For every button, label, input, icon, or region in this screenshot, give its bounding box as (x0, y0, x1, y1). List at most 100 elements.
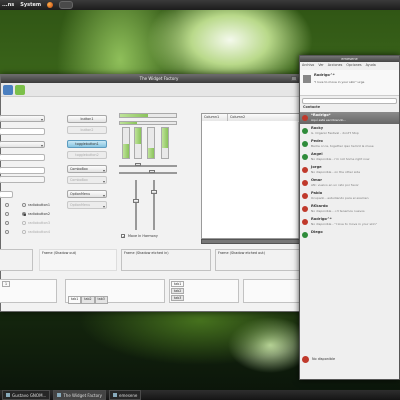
contact-row[interactable]: *Rodrigo* Aquí está escribiendo... (300, 112, 399, 124)
contact-row[interactable]: Pedro Badre on la, together ipso hemnt la… (300, 138, 399, 150)
contact-row[interactable]: Diego (300, 229, 399, 241)
status-icon[interactable] (302, 356, 309, 363)
progress-bar-horizontal (119, 113, 177, 118)
button1[interactable]: button1 (67, 115, 107, 123)
progress-bar-vertical-4 (161, 127, 169, 159)
column-header-2[interactable]: Column2 (228, 114, 304, 121)
radio-empty-3[interactable] (5, 221, 9, 225)
contact-row[interactable]: Jorge No disponible - on the other side (300, 164, 399, 176)
radio-label-3: radiobutton3 (28, 221, 50, 225)
toolbar-play-icon[interactable] (15, 85, 25, 95)
group-header[interactable]: Contacte (303, 105, 320, 109)
nickname[interactable]: Rodrigo^* (314, 73, 335, 77)
vscale-1[interactable] (135, 180, 137, 230)
tab-1[interactable]: tab1 (171, 281, 185, 287)
taskbar-label-1: Gustavo GNOM... (12, 392, 47, 398)
radio-button-1[interactable] (22, 203, 26, 207)
contact-status-icon (302, 154, 308, 160)
radio-empty-2[interactable] (5, 212, 9, 216)
text-entry-1[interactable] (0, 128, 45, 135)
hscale-2-knob[interactable] (149, 170, 155, 173)
spin-button[interactable] (0, 191, 13, 198)
hscale-2[interactable] (119, 172, 177, 174)
taskbar-item-2[interactable]: The Widget Factory (53, 390, 107, 400)
vscale-1-knob[interactable] (133, 199, 139, 203)
tab-1[interactable]: 1 (2, 281, 11, 287)
window-icon (57, 393, 62, 397)
contact-message: G. Organiz Festival - dont't Stop (311, 131, 359, 135)
vscale-2-knob[interactable] (151, 190, 157, 194)
vscale-2[interactable] (153, 180, 155, 230)
window-titlebar[interactable]: The Widget Factory (1, 75, 317, 83)
horizontal-scrollbar[interactable] (201, 239, 305, 244)
button2[interactable]: button2 (67, 126, 107, 134)
text-entry-disabled[interactable] (0, 176, 45, 183)
avatar[interactable] (303, 75, 311, 83)
contact-row[interactable]: Pablo Ocupado - estudiando para el examen (300, 190, 399, 202)
window-titlebar[interactable]: emesene (300, 56, 399, 62)
contact-row[interactable]: Angel No disponible - i'm not home right … (300, 151, 399, 163)
tab-2[interactable]: tab2 (81, 296, 95, 304)
menu-opciones[interactable]: Opciones (346, 63, 361, 69)
taskbar-label-3: emesene (119, 392, 138, 398)
contact-name: Diego (311, 230, 323, 234)
combobox-2[interactable]: ComboBox ▾ (67, 176, 107, 184)
contact-row[interactable]: Omar Afk: vuelvo en un rato por favor (300, 177, 399, 189)
togglebutton2[interactable]: togglebutton2 (67, 151, 107, 159)
notebook-tabs: tab1 tab2 tab3 (68, 296, 108, 304)
bottom-panel: Gustavo GNOM... The Widget Factory emese… (0, 390, 400, 400)
menu-ver[interactable]: Ver (318, 63, 323, 69)
text-entry-3[interactable] (0, 167, 45, 174)
contact-message: No disponible - on the other side (311, 170, 361, 174)
toolbar-open-icon[interactable] (3, 85, 13, 95)
optionmenu-2[interactable]: OptionMenu ▾ (67, 201, 107, 209)
optionmenu-1[interactable]: OptionMenu ▾ (67, 190, 107, 198)
menu-acciones[interactable]: Acciones (328, 63, 343, 69)
entry-combo-2[interactable]: ▾ (0, 141, 45, 148)
minimize-button[interactable] (291, 76, 297, 81)
panel-launcher-icon[interactable] (59, 1, 74, 9)
text-entry-2[interactable] (0, 154, 45, 161)
widget-factory-window: The Widget Factory ▾ ▾ radiobutton1 radi… (0, 74, 318, 312)
hscale-1-knob[interactable] (135, 163, 141, 166)
firefox-launcher-icon[interactable] (47, 2, 54, 8)
contact-message: No disponible - i'm not home right now (311, 157, 370, 161)
taskbar-item-1[interactable]: Gustavo GNOM... (2, 390, 51, 400)
togglebutton1[interactable]: togglebutton1 (67, 140, 107, 148)
menu-archivo[interactable]: Archivo (302, 63, 314, 69)
tab-3[interactable]: tab3 (171, 295, 185, 301)
menu-system[interactable]: System (20, 2, 41, 8)
column-header-1[interactable]: Column1 (202, 114, 228, 121)
tab-3[interactable]: tab3 (94, 296, 108, 304)
personal-message[interactable]: "I love to move in your skin" urge (314, 80, 364, 84)
radio-empty-4[interactable] (5, 230, 9, 234)
taskbar-item-3[interactable]: emesene (109, 390, 142, 400)
contact-row[interactable]: Rodrigo^* No disponible - "I love to move… (300, 216, 399, 228)
personal-status-area: Rodrigo^* "I love to move in your skin" … (300, 70, 399, 96)
toolbar (1, 83, 317, 97)
contact-name: Pablo (311, 191, 323, 195)
hscale-1[interactable] (119, 165, 177, 167)
status-selector[interactable]: No disponible (312, 357, 335, 361)
search-input[interactable] (302, 98, 397, 104)
progress-bar-fill (120, 122, 137, 124)
progress-bar-fill (135, 128, 141, 144)
tab-1[interactable]: tab1 (68, 296, 82, 304)
progress-bar-fill (123, 144, 129, 158)
combobox-1[interactable]: ComboBox ▾ (67, 165, 107, 173)
radio-empty-1[interactable] (5, 203, 9, 207)
menu-ayuda[interactable]: Ayuda (366, 63, 376, 69)
radio-button-4[interactable] (22, 230, 26, 234)
tree-view[interactable]: Column1 Column2 (201, 113, 305, 239)
contact-row[interactable]: Rocky G. Organiz Festival - dont't Stop (300, 125, 399, 137)
notebook-left-tabs: tab1 tab2 tab3 (169, 279, 239, 303)
tab-2[interactable]: tab2 (171, 288, 185, 294)
radio-button-3[interactable] (22, 221, 26, 225)
entry-combo-1[interactable]: ▾ (0, 115, 45, 122)
frame-label-3: Frame (Shadow etched out) (218, 251, 266, 255)
contact-row[interactable]: R€kardo No disponible - <3 tenemos nuevos (300, 203, 399, 215)
radio-button-2[interactable] (22, 212, 26, 216)
move-in-harmony-checkbox[interactable]: ✓ (121, 234, 125, 239)
menu-apps[interactable]: ...ns (2, 2, 14, 8)
contact-list: *Rodrigo* Aquí está escribiendo... Rocky G.… (300, 112, 399, 332)
